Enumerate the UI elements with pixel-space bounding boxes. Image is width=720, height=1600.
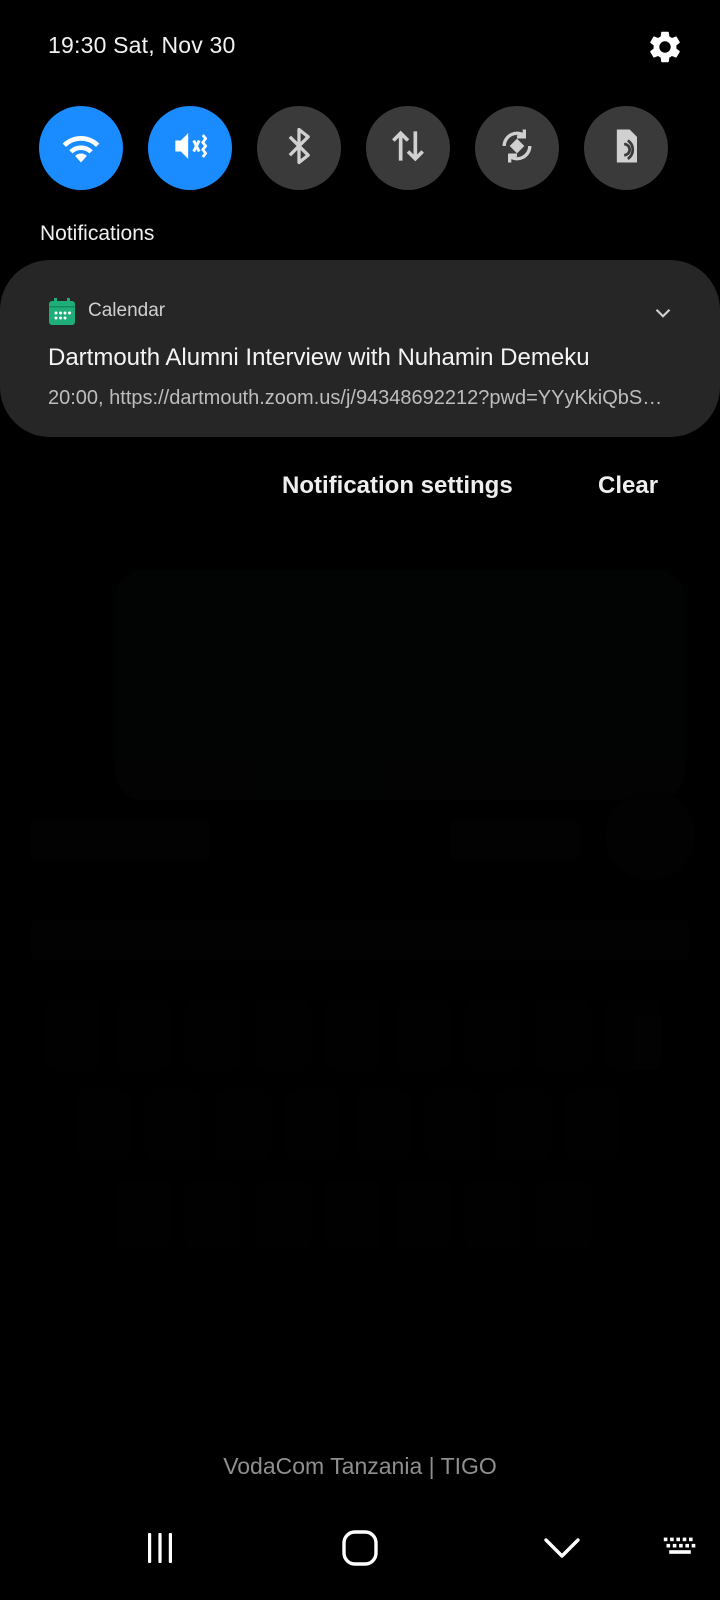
wifi-icon [59, 124, 103, 173]
data-arrows-icon [386, 124, 430, 173]
chevron-down-icon[interactable] [650, 300, 676, 326]
bluetooth-toggle[interactable] [257, 106, 341, 190]
back-chevron-icon [542, 1528, 582, 1573]
calendar-icon [48, 298, 76, 326]
notification-app-name: Calendar [88, 300, 166, 321]
auto-rotate-toggle[interactable] [475, 106, 559, 190]
mobile-data-toggle[interactable] [366, 106, 450, 190]
notification-body: 20:00, https://dartmouth.zoom.us/j/94348… [48, 387, 668, 409]
home-button[interactable] [330, 1525, 390, 1575]
home-icon [340, 1528, 380, 1573]
back-button[interactable] [532, 1525, 592, 1575]
nfc-toggle[interactable] [584, 106, 668, 190]
status-time-date: 19:30 Sat, Nov 30 [48, 32, 236, 58]
notification-shade: 19:30 Sat, Nov 30 Notifications Calendar… [0, 0, 720, 1600]
notifications-heading: Notifications [40, 222, 155, 245]
nfc-icon [604, 124, 648, 173]
vibrate-toggle[interactable] [148, 106, 232, 190]
gear-icon[interactable] [646, 28, 684, 66]
recents-button[interactable] [130, 1525, 190, 1575]
calendar-notification[interactable]: Calendar Dartmouth Alumni Interview with… [0, 260, 720, 437]
keyboard-button[interactable] [650, 1525, 710, 1575]
vibrate-icon [168, 124, 212, 173]
bluetooth-icon [277, 124, 321, 173]
recents-icon [140, 1528, 180, 1573]
rotate-icon [495, 124, 539, 173]
wifi-toggle[interactable] [39, 106, 123, 190]
notification-settings-button[interactable]: Notification settings [282, 472, 513, 500]
clear-button[interactable]: Clear [598, 472, 658, 500]
notification-title: Dartmouth Alumni Interview with Nuhamin … [48, 344, 590, 371]
carrier-label: VodaCom Tanzania | TIGO [223, 1453, 497, 1479]
background-app [0, 520, 720, 1420]
keyboard-icon [662, 1534, 698, 1566]
